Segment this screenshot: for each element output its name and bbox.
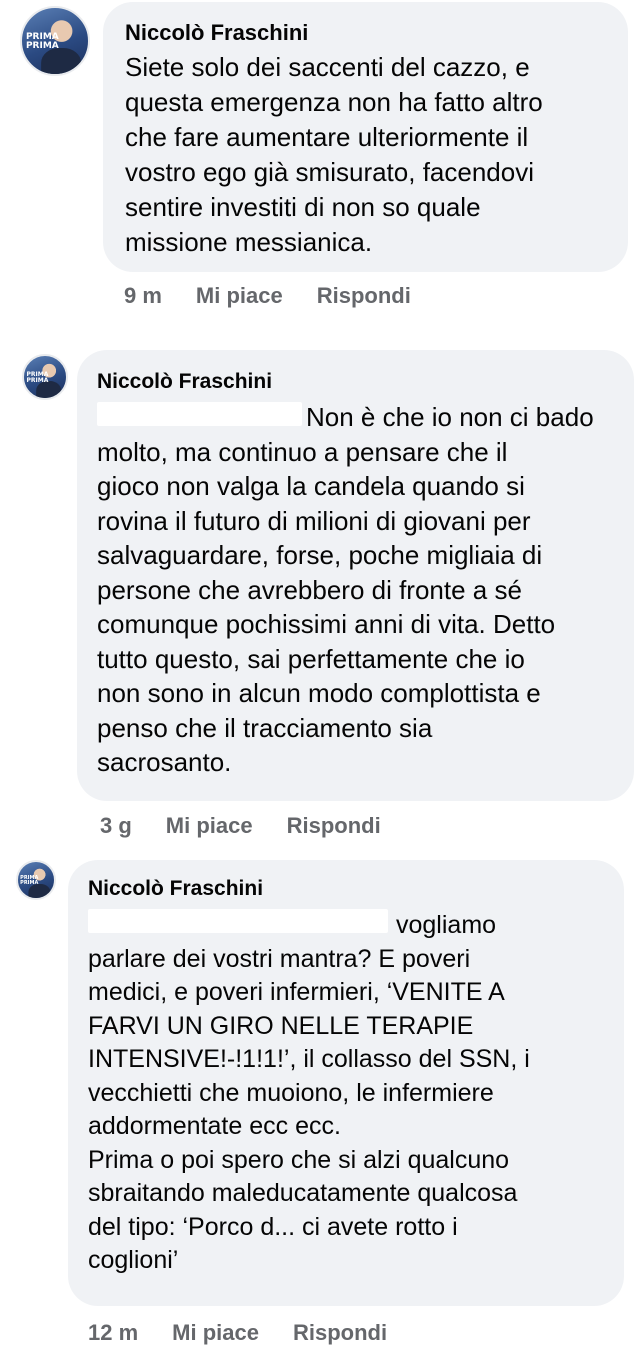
avatar-logo: PRIMA PRIMA xyxy=(25,32,59,52)
comment-text: Non è che io non ci bado molto, ma conti… xyxy=(97,400,614,780)
comment-actions: 12 m Mi piace Rispondi xyxy=(88,1320,421,1346)
avatar-figure xyxy=(28,883,51,898)
comment-actions: 3 g Mi piace Rispondi xyxy=(100,813,415,839)
reply-button[interactable]: Rispondi xyxy=(317,283,411,308)
like-button[interactable]: Mi piace xyxy=(196,283,283,308)
comment-timestamp[interactable]: 3 g xyxy=(100,813,132,838)
avatar[interactable]: PRIMA PRIMA xyxy=(16,860,56,900)
comment-text: Siete solo dei saccenti del cazzo, e que… xyxy=(125,52,543,257)
avatar-figure xyxy=(36,381,62,398)
comment-timestamp[interactable]: 9 m xyxy=(124,283,162,308)
comment-text-body: vogliamo parlare dei vostri mantra? E po… xyxy=(88,911,530,1274)
reply-button[interactable]: Rispondi xyxy=(287,813,381,838)
comment-text-body: Non è che io non ci bado molto, ma conti… xyxy=(97,402,594,777)
comment-author[interactable]: Niccolò Fraschini xyxy=(125,18,606,48)
comment-author[interactable]: Niccolò Fraschini xyxy=(88,874,604,904)
comment-text: vogliamo parlare dei vostri mantra? E po… xyxy=(88,909,604,1278)
reply-button[interactable]: Rispondi xyxy=(293,1320,387,1345)
avatar-logo: PRIMA PRIMA xyxy=(26,370,49,384)
comment-bubble: Niccolò Fraschini vogliamo parlare dei v… xyxy=(68,860,624,1306)
like-button[interactable]: Mi piace xyxy=(172,1320,259,1345)
comment-timestamp[interactable]: 12 m xyxy=(88,1320,138,1345)
avatar-figure xyxy=(41,47,81,74)
redacted-mention xyxy=(97,402,302,426)
avatar[interactable]: PRIMA PRIMA xyxy=(20,6,90,76)
avatar-logo: PRIMA PRIMA xyxy=(20,874,39,886)
comment-bubble: Niccolò Fraschini Non è che io non ci ba… xyxy=(77,350,634,801)
avatar[interactable]: PRIMA PRIMA xyxy=(22,354,68,400)
like-button[interactable]: Mi piace xyxy=(166,813,253,838)
comment-author[interactable]: Niccolò Fraschini xyxy=(97,367,614,397)
redacted-mention xyxy=(88,909,388,933)
comment-actions: 9 m Mi piace Rispondi xyxy=(124,283,445,309)
comment-bubble: Niccolò Fraschini Siete solo dei saccent… xyxy=(103,2,628,272)
